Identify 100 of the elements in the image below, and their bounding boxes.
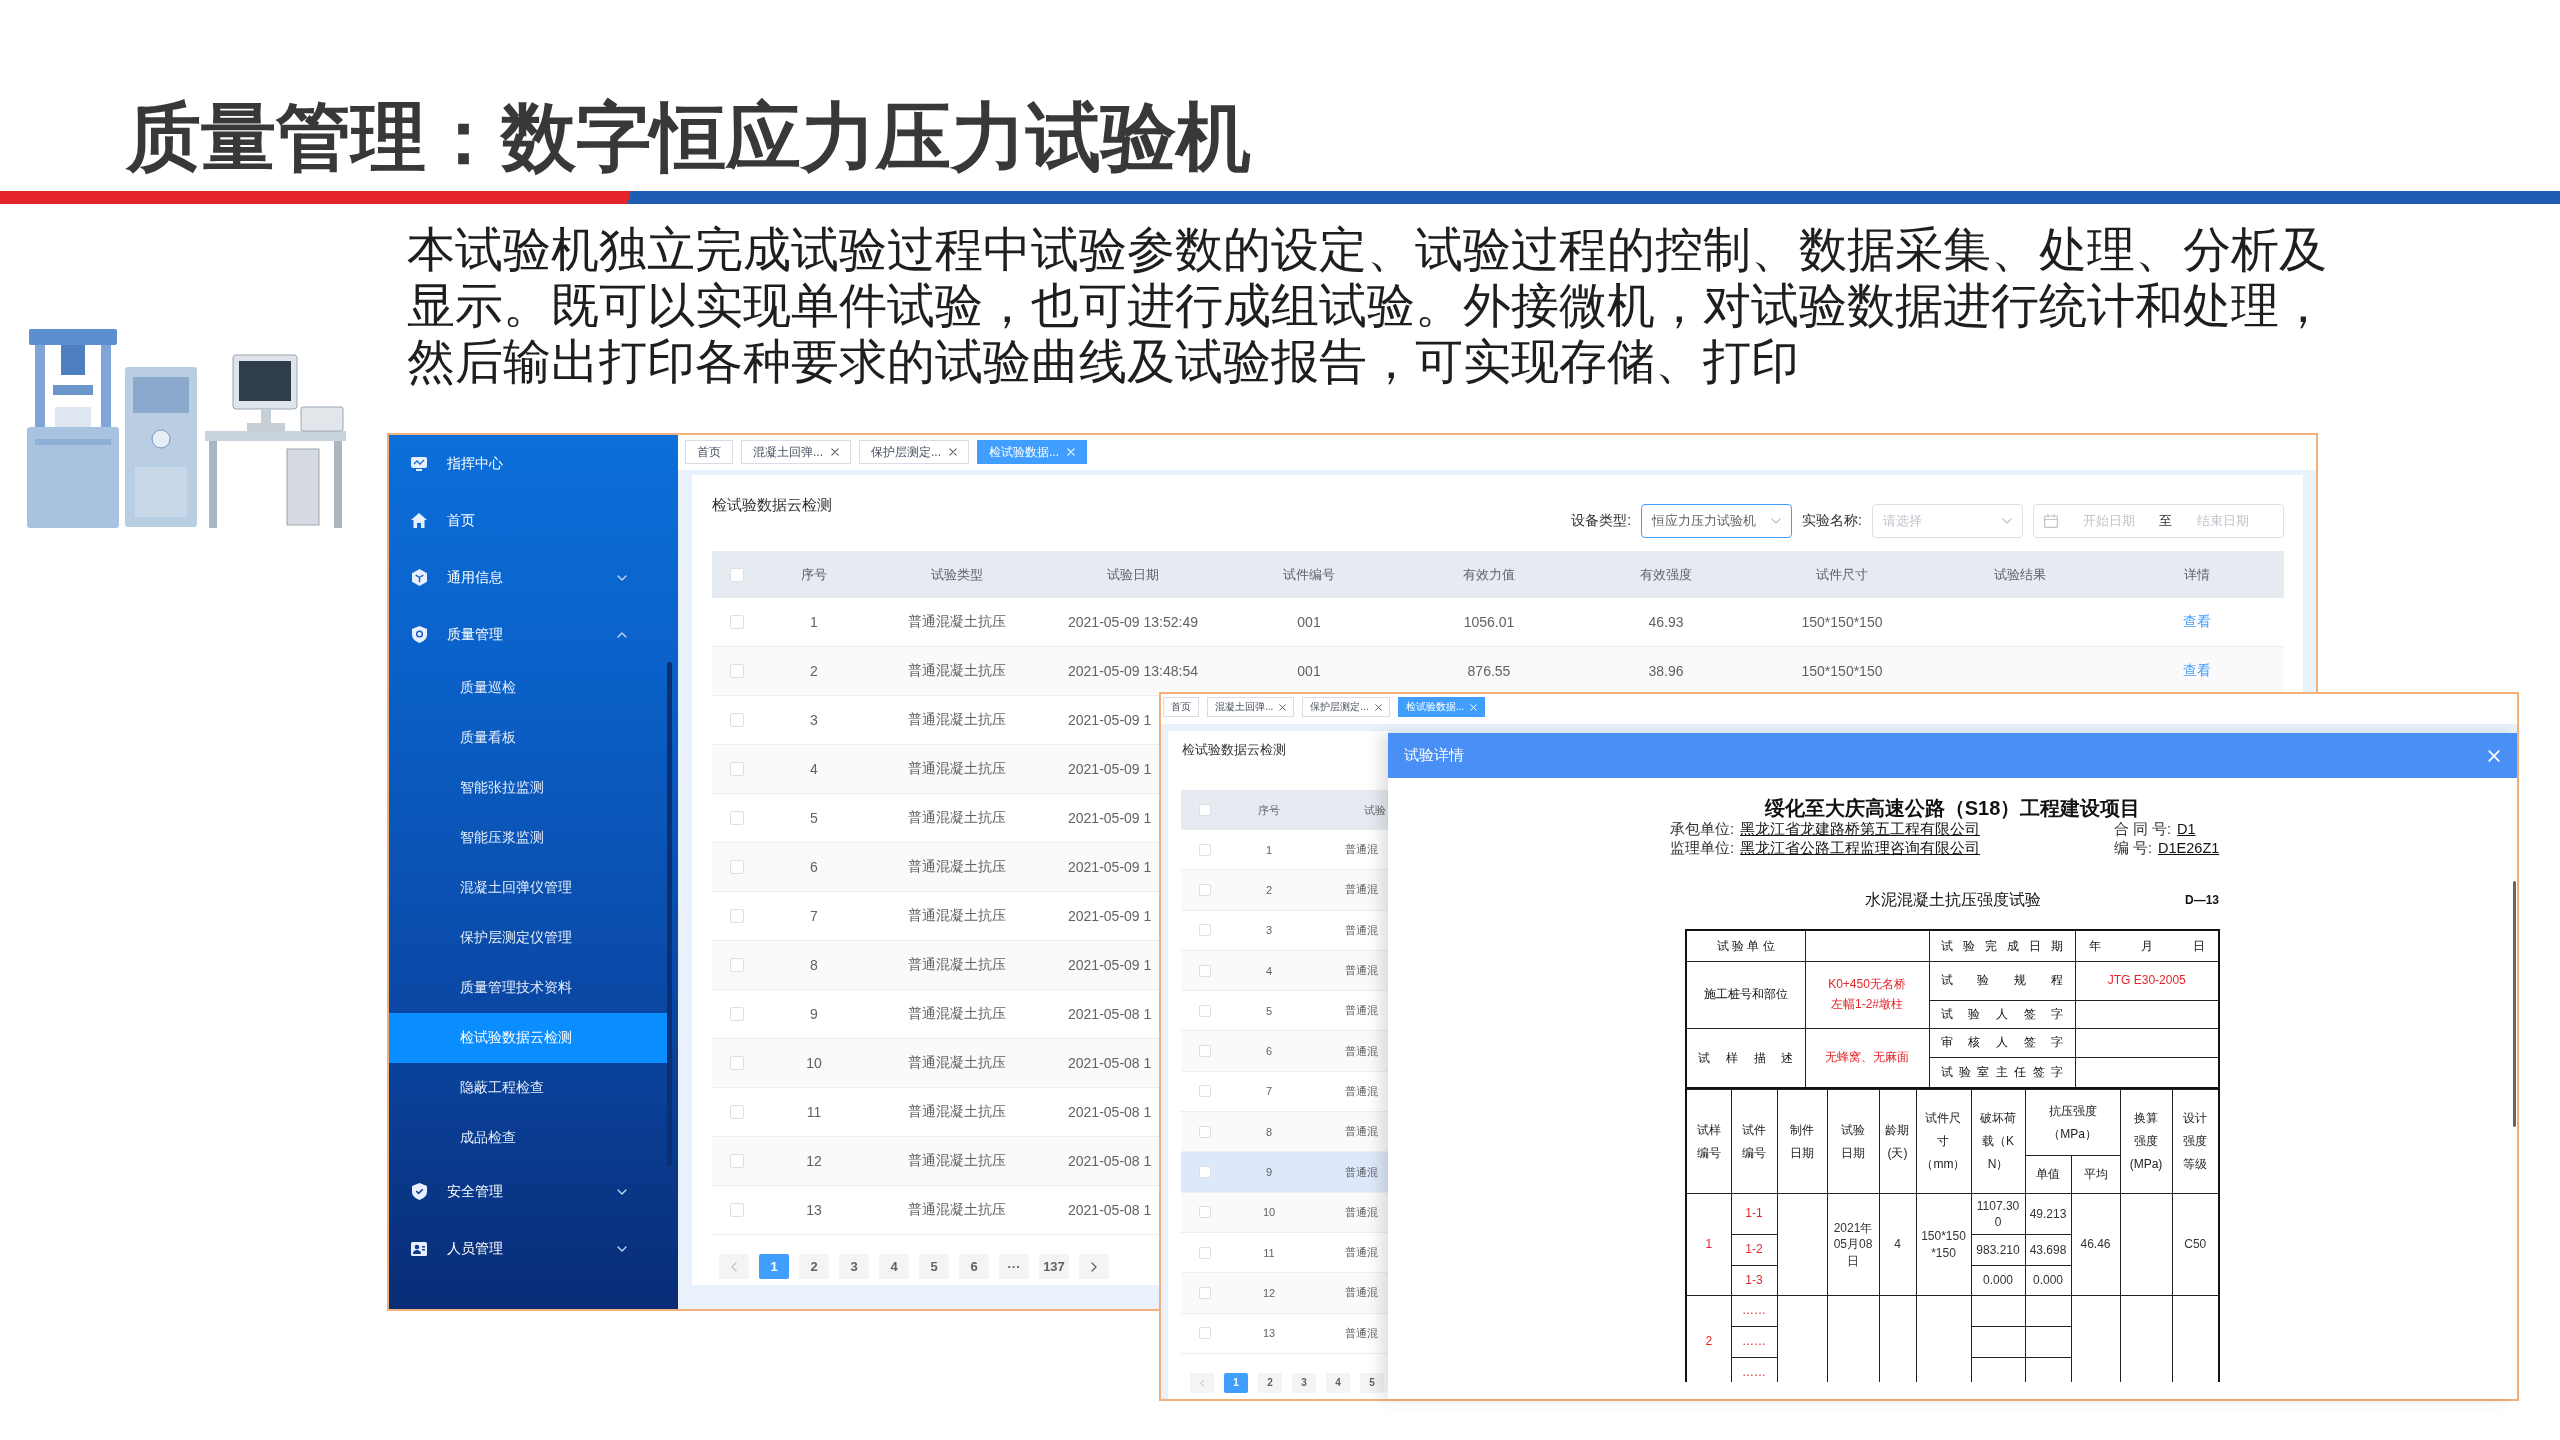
sidebar-item[interactable]: 安全管理 xyxy=(389,1163,667,1220)
checkbox[interactable] xyxy=(730,811,744,825)
checkbox[interactable] xyxy=(1199,1004,1211,1017)
sidebar-item[interactable]: 质量管理 xyxy=(389,606,667,663)
sidebar-item[interactable]: 智能压浆监测 xyxy=(389,813,667,863)
test-type: 普通混凝土抗压 xyxy=(908,907,1006,925)
checkbox[interactable] xyxy=(1199,1045,1211,1058)
page-button[interactable]: 5 xyxy=(1360,1372,1384,1393)
sidebar-item[interactable]: 质量巡检 xyxy=(389,663,667,713)
checkbox[interactable] xyxy=(730,664,744,678)
previous-page-button[interactable] xyxy=(719,1254,749,1279)
page-button[interactable]: ··· xyxy=(999,1254,1029,1279)
checkbox[interactable] xyxy=(730,1056,744,1070)
sidebar-item[interactable]: 保护层测定仪管理 xyxy=(389,913,667,963)
checkbox[interactable] xyxy=(730,1154,744,1168)
scrollbar-thumb[interactable] xyxy=(667,662,672,1166)
checkbox[interactable] xyxy=(1199,804,1211,816)
test-date: 2021-05-08 1 xyxy=(1068,1055,1152,1071)
page-button[interactable]: 3 xyxy=(839,1254,869,1279)
checkbox[interactable] xyxy=(730,860,744,874)
sidebar-item[interactable]: 通用信息 xyxy=(389,549,667,606)
select-field[interactable]: 恒应力压力试验机 xyxy=(1641,504,1793,538)
page-button[interactable]: 6 xyxy=(959,1254,989,1279)
entry-text: K0+450无名桥左幅1-2#墩柱 xyxy=(1827,976,1907,1013)
sidebar-item[interactable]: 隐蔽工程检查 xyxy=(389,1063,667,1113)
sidebar-item[interactable]: 成品检查 xyxy=(389,1113,667,1163)
value-text: 1107.300 xyxy=(1976,1198,2020,1229)
value-text: 0.000 xyxy=(1983,1273,2013,1288)
column-header: 试验日期 xyxy=(1107,565,1159,584)
page-button[interactable]: 5 xyxy=(919,1254,949,1279)
form-label: 试 验 室 主 任 签 字 xyxy=(1939,1064,2065,1081)
value-text: 43.698 xyxy=(2029,1242,2067,1257)
sidebar-item[interactable]: 智能张拉监测 xyxy=(389,763,667,813)
sidebar-item[interactable]: 质量管理技术资料 xyxy=(389,963,667,1013)
checkbox[interactable] xyxy=(1199,1327,1211,1340)
row-number: 8 xyxy=(1265,1125,1273,1138)
checkbox[interactable] xyxy=(730,615,744,629)
entry-text: …… xyxy=(1742,1303,1766,1318)
column-header: 有效强度 xyxy=(1640,565,1692,584)
checkbox[interactable] xyxy=(1199,1125,1211,1138)
checkbox[interactable] xyxy=(1199,1206,1211,1219)
sidebar-item[interactable]: 人员管理 xyxy=(389,1220,667,1277)
test-type: 普通混 xyxy=(1345,1245,1378,1261)
entry-text: 1-1 xyxy=(1745,1206,1763,1221)
description-text: 本试验机独立完成试验过程中试验参数的设定、试验过程的控制、数据采集、处理、分析及显示。既可以实现单件试验，也可进行成组试验。外接微机，对试验数据进行统计和处理，然后输出打印各种要求的试验曲线及试验报告，可实现存储、打印 xyxy=(407,222,2328,390)
sidebar-item[interactable]: 指挥中心 xyxy=(389,435,667,492)
row-number: 6 xyxy=(1265,1045,1273,1058)
checkbox[interactable] xyxy=(730,1007,744,1021)
next-page-button[interactable] xyxy=(1079,1254,1109,1279)
date-range-field[interactable]: 开始日期 至 结束日期 xyxy=(2033,504,2284,538)
checkbox[interactable] xyxy=(1199,883,1211,896)
previous-page-button[interactable] xyxy=(1190,1372,1214,1393)
tab[interactable]: 保护层测定... xyxy=(859,440,970,464)
page-button[interactable]: 2 xyxy=(1258,1372,1282,1393)
checkbox[interactable] xyxy=(1199,924,1211,937)
checkbox[interactable] xyxy=(1199,1085,1211,1098)
checkbox[interactable] xyxy=(730,762,744,776)
chevron-right-icon xyxy=(1091,1261,1097,1272)
checkbox[interactable] xyxy=(1199,1286,1211,1299)
sidebar-item[interactable]: 混凝土回弹仪管理 xyxy=(389,863,667,913)
test-type: 普通混 xyxy=(1345,842,1378,858)
test-type: 普通混凝土抗压 xyxy=(908,956,1006,974)
filter-label: 设备类型: xyxy=(1571,512,1632,530)
monitor-icon xyxy=(411,456,427,471)
field-value: D1E26Z1 xyxy=(2158,839,2220,858)
checkbox[interactable] xyxy=(730,1203,744,1217)
tab[interactable]: 保护层测定... xyxy=(1302,697,1390,717)
checkbox[interactable] xyxy=(1199,1166,1211,1178)
page-button[interactable]: 4 xyxy=(1326,1372,1350,1393)
page-button[interactable]: 3 xyxy=(1292,1372,1316,1393)
tab[interactable]: 首页 xyxy=(685,440,733,464)
column-header: 试验日期 xyxy=(1840,1121,1866,1162)
tab[interactable]: 首页 xyxy=(1163,697,1199,717)
test-type: 普通混凝土抗压 xyxy=(908,809,1006,827)
checkbox[interactable] xyxy=(730,909,744,923)
sidebar-item[interactable]: 质量看板 xyxy=(389,713,667,763)
column-header: 龄期(天) xyxy=(1884,1121,1911,1162)
tab[interactable]: 混凝土回弹... xyxy=(1207,697,1295,717)
sidebar-item[interactable]: 首页 xyxy=(389,492,667,549)
row-number: 8 xyxy=(810,957,818,973)
entry-text: JTG E30-2005 xyxy=(2107,972,2186,987)
checkbox[interactable] xyxy=(730,713,744,727)
checkbox[interactable] xyxy=(1199,1246,1211,1259)
tab[interactable]: 混凝土回弹... xyxy=(741,440,851,464)
row-number: 11 xyxy=(806,1104,822,1120)
page-button[interactable]: 137 xyxy=(1039,1254,1069,1279)
checkbox[interactable] xyxy=(1199,843,1211,856)
checkbox[interactable] xyxy=(730,567,744,582)
page-button[interactable]: 2 xyxy=(799,1254,829,1279)
test-date: 2021-05-09 13:48:54 xyxy=(1068,663,1198,679)
page-button[interactable]: 4 xyxy=(879,1254,909,1279)
scrollbar-thumb[interactable] xyxy=(2513,881,2516,1127)
sidebar-item[interactable]: 检试验数据云检测 xyxy=(389,1013,667,1063)
checkbox[interactable] xyxy=(730,958,744,972)
row-number: 2 xyxy=(1265,883,1273,896)
date-part: 月 xyxy=(2140,937,2153,954)
field-label: 承包单位: xyxy=(1670,820,1735,839)
checkbox[interactable] xyxy=(1199,964,1211,977)
checkbox[interactable] xyxy=(730,1105,744,1119)
view-link[interactable]: 查看 xyxy=(2183,613,2211,631)
